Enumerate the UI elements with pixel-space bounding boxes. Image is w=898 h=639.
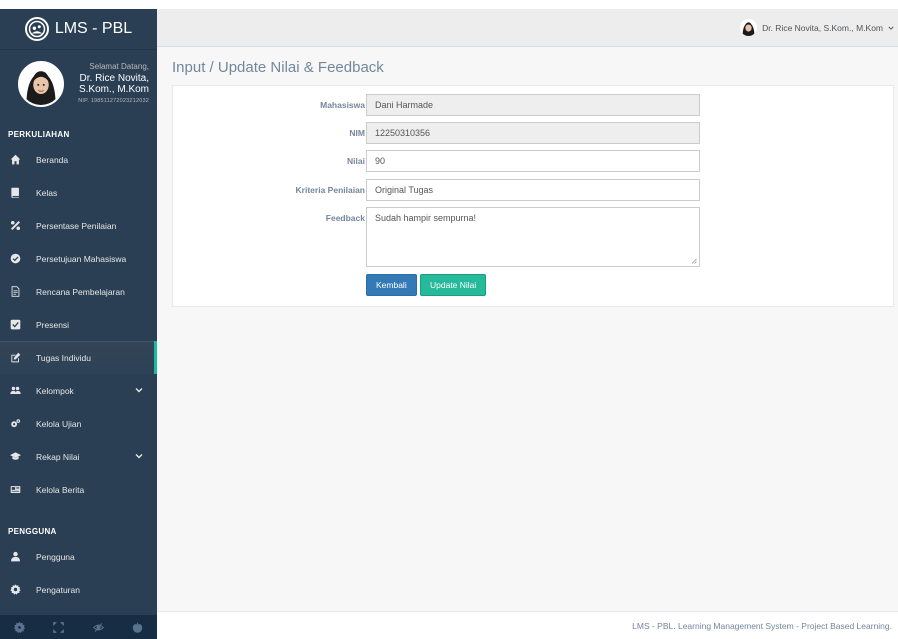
sidebar-item-label: Rencana Pembelajaran — [36, 286, 125, 297]
sidebar-item-kelas[interactable]: Kelas — [0, 176, 157, 209]
sidebar-item-label: Persetujuan Mahasiswa — [36, 253, 127, 264]
section-title-perkuliahan: PERKULIAHAN — [8, 129, 70, 139]
profile-block: Selamat Datang, Dr. Rice Novita, S.Kom.,… — [0, 49, 157, 119]
eye-slash-icon[interactable] — [92, 622, 104, 633]
sidebar-item-pengaturan[interactable]: Pengaturan — [0, 573, 157, 606]
top-strip — [0, 0, 898, 9]
app-title: LMS - PBL — [54, 20, 133, 37]
form-row-nim: NIM 12250310356 — [173, 122, 895, 144]
nim-label: NIM — [349, 128, 365, 138]
nilai-label: Nilai — [347, 156, 365, 166]
sidebar-item-kelola-berita[interactable]: Kelola Berita — [0, 473, 157, 506]
home-icon — [10, 154, 28, 165]
nim-field[interactable]: 12250310356 — [366, 122, 700, 144]
page-title: Input / Update Nilai & Feedback — [172, 59, 384, 76]
mahasiswa-field[interactable]: Dani Harmade — [366, 94, 700, 116]
users-icon — [10, 385, 28, 396]
sidebar-item-label: Pengguna — [36, 551, 75, 562]
feedback-textarea[interactable]: Sudah hampir sempurna! — [366, 207, 700, 267]
sidebar-item-kelola-ujian[interactable]: Kelola Ujian — [0, 407, 157, 440]
app-logo-icon — [24, 17, 49, 41]
cogs-icon — [10, 418, 28, 429]
sidebar-item-persetujuan-mahasiswa[interactable]: Persetujuan Mahasiswa — [0, 242, 157, 275]
sidebar-item-tugas-individu[interactable]: Tugas Individu — [0, 341, 157, 374]
edit-icon — [10, 352, 28, 363]
sidebar-item-label: Pengaturan — [36, 584, 80, 595]
brand[interactable]: LMS - PBL — [0, 9, 157, 49]
user-menu-name: Dr. Rice Novita, S.Kom., M.Kom — [762, 22, 883, 33]
welcome-text: Selamat Datang, — [89, 62, 149, 71]
form-row-mahasiswa: Mahasiswa Dani Harmade — [173, 94, 895, 116]
chevron-down-icon — [888, 26, 894, 30]
sidebar-item-pengguna[interactable]: Pengguna — [0, 540, 157, 573]
app-frame: LMS - PBL Selamat Datang, Dr. Rice Novit… — [0, 0, 898, 639]
mahasiswa-label: Mahasiswa — [320, 100, 365, 110]
section-title-pengguna: PENGGUNA — [8, 526, 57, 536]
sidebar-item-persentase-penilaian[interactable]: Persentase Penilaian — [0, 209, 157, 242]
sidebar-footer — [0, 615, 157, 639]
book-icon — [10, 187, 28, 198]
sidebar-item-label: Presensi — [36, 319, 70, 330]
sidebar-item-presensi[interactable]: Presensi — [0, 308, 157, 341]
form-row-feedback: Feedback Sudah hampir sempurna! — [173, 207, 895, 269]
profile-nip: NIP. 198511272023212032 — [78, 98, 149, 104]
sidebar: LMS - PBL Selamat Datang, Dr. Rice Novit… — [0, 9, 157, 639]
sidebar-item-label: Kelola Ujian — [36, 418, 82, 429]
newspaper-icon — [10, 484, 28, 495]
user-icon — [10, 551, 28, 562]
back-button[interactable]: Kembali — [366, 274, 417, 296]
avatar[interactable] — [18, 61, 64, 107]
sidebar-item-label: Kelas — [36, 187, 58, 198]
feedback-text: Sudah hampir sempurna! — [375, 213, 477, 223]
sidebar-item-label: Rekap Nilai — [36, 451, 80, 462]
sidebar-item-label: Kelompok — [36, 385, 74, 396]
profile-name-line2: S.Kom., M.Kom — [78, 84, 149, 95]
resize-handle-icon[interactable] — [691, 258, 697, 264]
form-panel: Mahasiswa Dani Harmade NIM 12250310356 N… — [172, 85, 894, 307]
power-icon[interactable] — [132, 622, 143, 633]
sidebar-item-label: Beranda — [36, 154, 69, 165]
app-footer: LMS - PBL. Learning Management System - … — [157, 611, 898, 639]
profile-name-line1: Dr. Rice Novita, — [79, 73, 149, 84]
user-menu[interactable]: Dr. Rice Novita, S.Kom., M.Kom — [740, 19, 894, 36]
graduation-cap-icon — [10, 451, 28, 462]
chevron-down-icon[interactable] — [135, 386, 143, 394]
chevron-down-icon[interactable] — [135, 452, 143, 460]
feedback-label: Feedback — [325, 213, 365, 223]
check-circle-icon — [10, 253, 28, 264]
sidebar-item-rekap-nilai[interactable]: Rekap Nilai — [0, 440, 157, 473]
sidebar-item-rencana-pembelajaran[interactable]: Rencana Pembelajaran — [0, 275, 157, 308]
form-row-nilai: Nilai 90 — [173, 150, 895, 172]
file-text-icon — [10, 286, 28, 297]
fullscreen-icon[interactable] — [53, 621, 65, 633]
sidebar-item-label: Tugas Individu — [36, 352, 91, 363]
sidebar-item-kelompok[interactable]: Kelompok — [0, 374, 157, 407]
settings-icon[interactable] — [13, 621, 26, 633]
checkbox-icon — [10, 319, 28, 330]
percent-icon — [10, 220, 28, 231]
top-nav: Dr. Rice Novita, S.Kom., M.Kom — [157, 9, 898, 47]
avatar — [740, 19, 758, 36]
sidebar-item-label: Kelola Berita — [36, 484, 85, 495]
gear-icon — [10, 584, 28, 595]
kriteria-label: Kriteria Penilaian — [295, 185, 365, 195]
sidebar-item-label: Persentase Penilaian — [36, 220, 117, 231]
nilai-input[interactable]: 90 — [366, 150, 700, 172]
footer-text: LMS - PBL. Learning Management System - … — [632, 621, 892, 631]
update-nilai-button[interactable]: Update Nilai — [420, 274, 487, 296]
sidebar-item-beranda[interactable]: Beranda — [0, 143, 157, 176]
form-row-kriteria: Kriteria Penilaian Original Tugas — [173, 179, 895, 201]
kriteria-input[interactable]: Original Tugas — [366, 179, 700, 201]
